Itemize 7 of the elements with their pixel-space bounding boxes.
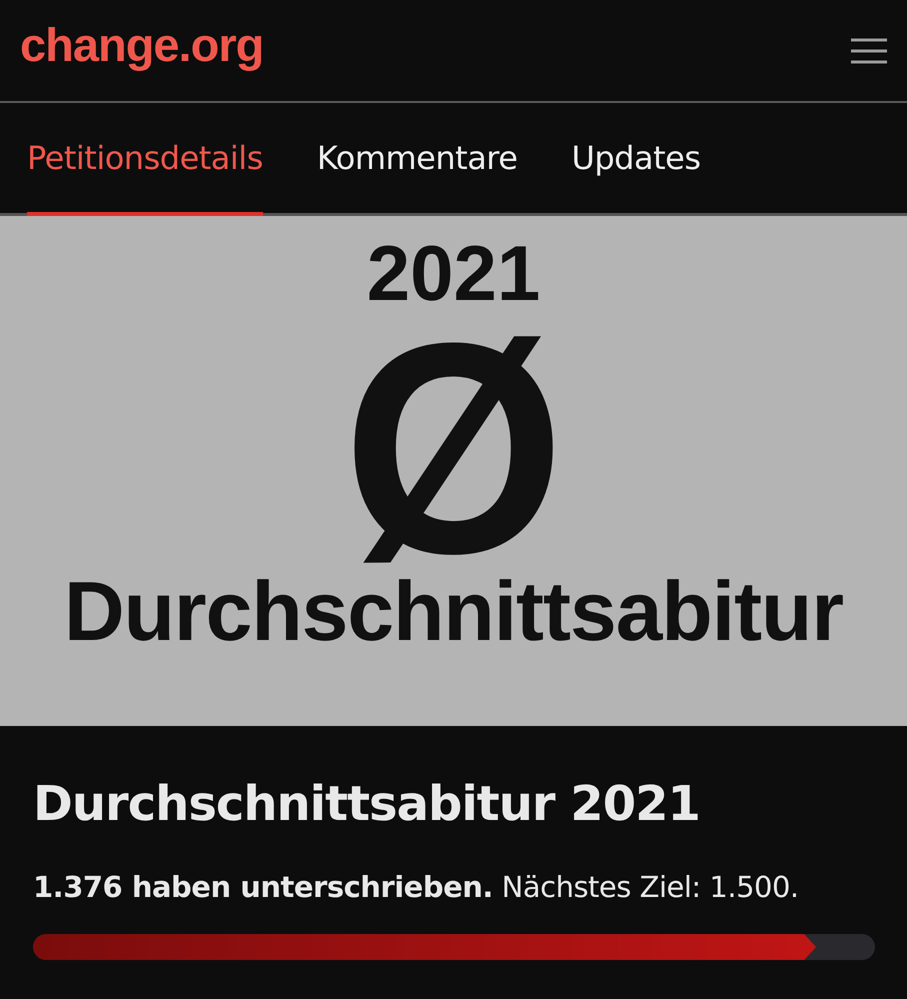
signature-count: 1.376 haben unterschrieben. Nächstes Ziel: 1.500. <box>33 870 800 904</box>
petition-title: Durchschnittsabitur 2021 <box>33 776 701 832</box>
menu-icon[interactable] <box>851 38 887 64</box>
site-logo[interactable]: change.org <box>20 17 264 72</box>
tab[interactable]: Updates <box>571 103 700 216</box>
tab[interactable]: Kommentare <box>316 103 518 216</box>
image-year: 2021 <box>366 234 540 312</box>
